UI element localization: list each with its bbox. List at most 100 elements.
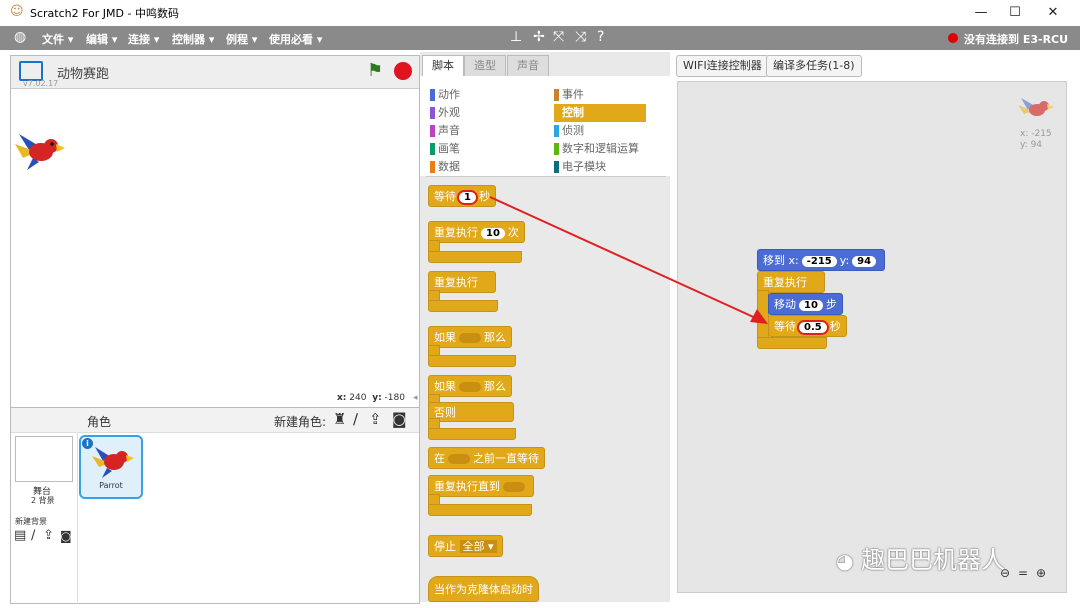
category-pen[interactable]: 画笔	[430, 140, 460, 158]
tab-costumes[interactable]: 造型	[464, 55, 506, 76]
menu-guide[interactable]: 使用必看 ▾	[269, 31, 322, 47]
version-label: v7.02.17	[23, 79, 59, 88]
block-when-clone-starts[interactable]: 当作为克隆体启动时	[428, 576, 539, 602]
block-if-else[interactable]: 如果 那么	[428, 375, 512, 397]
category-color-motion	[430, 89, 435, 101]
tab-sounds[interactable]: 声音	[507, 55, 549, 76]
category-motion[interactable]: 动作	[430, 86, 460, 104]
compile-multitask-button[interactable]: 编译多任务(1-8)	[766, 55, 862, 77]
category-color-data	[430, 161, 435, 173]
status-dot-icon	[948, 33, 958, 43]
parrot-icon	[92, 447, 134, 478]
camera-icon[interactable]: ◙	[392, 410, 407, 428]
menu-edit[interactable]: 编辑 ▾	[86, 31, 117, 47]
condition-slot[interactable]	[503, 482, 525, 492]
sprite-library-icon[interactable]: ♜	[333, 410, 346, 428]
stage-thumbnail[interactable]	[15, 436, 73, 482]
window-title: Scratch2 For JMD - 中鸣数码	[30, 7, 179, 20]
script-block-goto-xy[interactable]: 移到 x: -215 y: 94	[757, 249, 886, 271]
shrink-icon[interactable]: ⤨	[575, 29, 586, 45]
connection-status: 没有连接到 E3-RCU	[964, 33, 1069, 46]
category-operators[interactable]: 数字和逻辑运算	[554, 140, 646, 158]
new-backdrop-label: 新建背景	[15, 517, 47, 526]
close-button[interactable]: ✕	[1030, 0, 1076, 26]
condition-slot[interactable]	[459, 333, 481, 343]
title-bar: ☺ Scratch2 For JMD - 中鸣数码 — ☐ ✕	[0, 0, 1080, 26]
sprite-thumbnail-parrot[interactable]: i Parrot	[79, 435, 143, 499]
script-block-wait[interactable]: 等待 0.5 秒	[768, 315, 847, 337]
parrot-sprite-on-stage[interactable]	[11, 124, 67, 174]
category-color-pen	[430, 143, 435, 155]
block-if-then-bottom	[428, 355, 516, 367]
help-icon[interactable]: ?	[597, 29, 604, 45]
condition-slot[interactable]	[459, 382, 481, 392]
sprite-name: Parrot	[99, 481, 123, 490]
category-color-control	[554, 107, 559, 119]
sprite-y-readout: y: 94	[1020, 140, 1043, 150]
block-wait-seconds[interactable]: 等待 1 秒	[428, 185, 496, 207]
stage-header: 动物赛跑 v7.02.17 ⚑	[11, 56, 419, 89]
menu-controller[interactable]: 控制器 ▾	[172, 31, 214, 47]
script-block-move[interactable]: 移动 10 步	[768, 293, 843, 315]
menu-bar: ◍ 文件 ▾ 编辑 ▾ 连接 ▾ 控制器 ▾ 例程 ▾ 使用必看 ▾ ⊥ ✢ ⤧…	[0, 26, 1080, 50]
category-sensing[interactable]: 侦测	[554, 122, 646, 140]
menu-examples[interactable]: 例程 ▾	[226, 31, 257, 47]
category-color-looks	[430, 107, 435, 119]
zoom-in-icon[interactable]: ⊕	[1036, 566, 1046, 580]
category-electronics[interactable]: 电子模块	[554, 158, 646, 176]
backdrop-paint-icon[interactable]: ∕	[31, 528, 35, 543]
category-control[interactable]: 控制	[554, 104, 646, 122]
category-events[interactable]: 事件	[554, 86, 646, 104]
block-if-then[interactable]: 如果 那么	[428, 326, 512, 348]
script-forever-bottom	[757, 337, 827, 349]
green-flag-icon[interactable]: ⚑	[367, 60, 383, 81]
cut-icon[interactable]: ✢	[533, 29, 545, 45]
block-forever-bottom	[428, 300, 498, 312]
category-column-right: 事件 控制 侦测 数字和逻辑运算 电子模块	[554, 86, 646, 176]
sprites-heading: 角色	[87, 415, 112, 429]
block-repeat-until-bottom	[428, 504, 532, 516]
mouse-coords: x: 240 y: -180	[337, 393, 405, 403]
condition-slot[interactable]	[448, 454, 470, 464]
wechat-icon: ◕	[836, 549, 854, 573]
backdrop-camera-icon[interactable]: ◙	[60, 529, 72, 543]
category-data[interactable]: 数据	[430, 158, 460, 176]
sprite-x-readout: x: -215	[1020, 129, 1052, 139]
block-stop[interactable]: 停止 全部 ▾	[428, 535, 503, 557]
block-wait-until[interactable]: 在之前一直等待	[428, 447, 545, 469]
stamp-icon[interactable]: ⊥	[510, 29, 522, 45]
category-color-events	[554, 89, 559, 101]
watermark: ◕ 趣巴巴机器人	[836, 546, 1006, 574]
block-repeat-times-bottom	[428, 251, 522, 263]
category-looks[interactable]: 外观	[430, 104, 460, 122]
collapse-arrow-icon[interactable]: ◂	[413, 393, 418, 403]
globe-icon[interactable]: ◍	[14, 29, 26, 45]
block-repeat-until[interactable]: 重复执行直到	[428, 475, 534, 497]
category-color-operators	[554, 143, 559, 155]
category-color-sensing	[554, 125, 559, 137]
block-if-else-bottom	[428, 428, 516, 440]
project-title[interactable]: 动物赛跑	[57, 63, 109, 82]
backdrop-upload-icon[interactable]: ⇪	[43, 528, 54, 543]
tab-scripts[interactable]: 脚本	[422, 55, 464, 76]
fullscreen-icon[interactable]	[19, 61, 43, 81]
backdrop-count: 2 背景	[31, 496, 55, 505]
menu-connect[interactable]: 连接 ▾	[128, 31, 159, 47]
script-area[interactable]: x: -215 y: 94 移到 x: -215 y: 94 重复执行 移动 10 步 等…	[677, 81, 1067, 593]
backdrop-library-icon[interactable]: ▤	[14, 528, 26, 543]
paint-brush-icon[interactable]: ∕	[353, 410, 358, 428]
block-else-label: 否则	[428, 402, 514, 422]
sprite-panel: 角色 新建角色: ♜ ∕ ⇪ ◙ 舞台 2 背景 新建背景 ▤ ∕ ⇪ ◙ i …	[10, 407, 420, 604]
menu-file[interactable]: 文件 ▾	[42, 31, 73, 47]
stop-option-dropdown[interactable]: 全部 ▾	[459, 540, 497, 553]
app-icon: ☺	[10, 4, 24, 19]
category-sound[interactable]: 声音	[430, 122, 460, 140]
block-repeat-times[interactable]: 重复执行 10 次	[428, 221, 525, 243]
grow-icon[interactable]: ⤧	[553, 29, 564, 45]
zoom-reset-icon[interactable]: =	[1018, 566, 1028, 580]
stop-icon[interactable]	[394, 62, 412, 80]
category-divider	[426, 176, 666, 177]
wifi-connect-button[interactable]: WIFI连接控制器	[676, 55, 769, 77]
upload-icon[interactable]: ⇪	[369, 410, 382, 428]
new-sprite-label: 新建角色:	[274, 415, 327, 429]
